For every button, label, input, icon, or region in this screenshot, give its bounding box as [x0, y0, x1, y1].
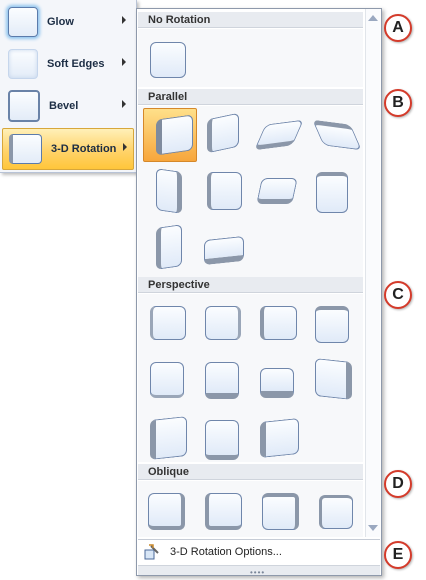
rotation-preset[interactable] — [203, 491, 243, 531]
rotation-preset[interactable] — [205, 170, 242, 212]
rotation-preset[interactable] — [203, 360, 239, 399]
bevel-icon — [8, 90, 40, 122]
section-header-oblique: Oblique — [138, 464, 363, 480]
rotation-preset[interactable] — [146, 491, 186, 531]
rotation-preset[interactable] — [203, 304, 241, 340]
rotation-preset[interactable] — [255, 174, 301, 210]
submenu-arrow-icon — [122, 58, 126, 66]
resize-grip[interactable]: •••• — [138, 565, 380, 577]
submenu-arrow-icon — [122, 100, 126, 108]
scroll-down-arrow-icon[interactable] — [368, 525, 378, 531]
rotation-preset[interactable] — [314, 170, 350, 213]
callout-badge: E — [384, 541, 412, 569]
menu-item-label: Soft Edges — [47, 58, 105, 70]
footer-option-label: 3-D Rotation Options... — [170, 546, 282, 558]
section-header-perspective: Perspective — [138, 277, 363, 293]
rotation-preset[interactable] — [254, 114, 305, 151]
section-parallel — [138, 106, 363, 282]
rotation-preset[interactable] — [260, 491, 300, 531]
submenu-arrow-icon — [123, 143, 127, 151]
rotation-preset[interactable] — [313, 304, 349, 343]
menu-item-bevel[interactable]: Bevel — [2, 86, 132, 126]
rotation-preset[interactable] — [200, 234, 250, 270]
rotation-preset[interactable] — [203, 112, 239, 154]
scroll-up-arrow-icon[interactable] — [368, 15, 378, 21]
callout-badge: B — [384, 89, 412, 117]
callout-badge: D — [384, 470, 412, 498]
section-header-no-rotation: No Rotation — [138, 12, 363, 28]
menu-item-label: Bevel — [49, 100, 79, 112]
section-oblique — [138, 481, 363, 537]
rotation-gallery: No Rotation Parallel Perspective Oblique… — [136, 8, 382, 577]
rotation-preset[interactable] — [258, 304, 297, 340]
glow-icon — [8, 7, 38, 37]
submenu-arrow-icon — [122, 16, 126, 24]
rotation-preset-selected[interactable] — [143, 108, 197, 162]
3d-rotation-icon — [9, 134, 42, 164]
section-no-rotation — [138, 29, 363, 87]
section-perspective — [138, 294, 363, 462]
rotation-preset[interactable] — [258, 364, 294, 400]
rotation-preset[interactable] — [148, 304, 186, 340]
effects-menu: Glow Soft Edges Bevel 3-D Rotation — [0, 0, 137, 173]
section-header-parallel: Parallel — [138, 89, 363, 105]
soft-edges-icon — [8, 49, 38, 79]
rotation-preset[interactable] — [313, 358, 352, 400]
rotation-preset[interactable] — [150, 168, 186, 214]
menu-item-label: Glow — [47, 16, 74, 28]
format-shape-icon — [144, 544, 159, 560]
menu-item-glow[interactable]: Glow — [2, 2, 132, 42]
menu-item-3d-rotation[interactable]: 3-D Rotation — [2, 128, 134, 170]
callout-badge: C — [384, 281, 412, 309]
gallery-scrollbar[interactable] — [365, 9, 380, 537]
menu-item-soft-edges[interactable]: Soft Edges — [2, 44, 132, 84]
rotation-preset[interactable] — [258, 417, 299, 459]
rotation-preset[interactable] — [312, 114, 363, 151]
callout-badge: A — [384, 14, 412, 42]
rotation-preset[interactable] — [148, 416, 187, 460]
rotation-preset[interactable] — [149, 41, 186, 78]
rotation-preset[interactable] — [317, 493, 353, 529]
rotation-preset[interactable] — [150, 224, 186, 272]
rotation-preset[interactable] — [148, 360, 184, 398]
3d-rotation-options-item[interactable]: 3-D Rotation Options... — [138, 539, 380, 564]
menu-item-label: 3-D Rotation — [51, 143, 117, 155]
rotation-preset[interactable] — [203, 418, 239, 460]
